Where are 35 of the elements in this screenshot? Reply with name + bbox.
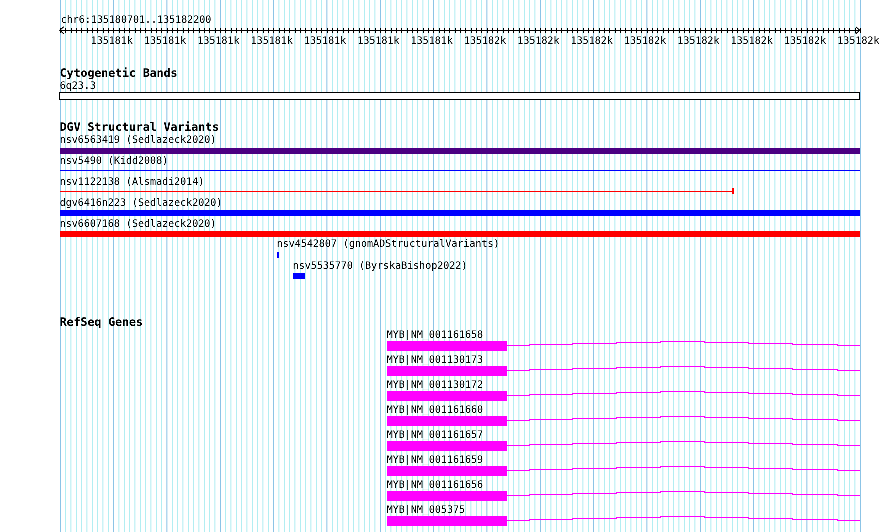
tick-label: 135182k bbox=[570, 36, 614, 47]
variant-label: nsv5490 (Kidd2008) bbox=[60, 156, 168, 167]
transcript-label: MYB|NM_001161656 bbox=[387, 480, 484, 491]
variant-label: dgv6416n223 (Sedlazeck2020) bbox=[60, 198, 223, 209]
transcript-label: MYB|NM_001161657 bbox=[387, 430, 484, 441]
tick-label: 135182k bbox=[624, 36, 666, 47]
variant-label: nsv6607168 (Sedlazeck2020) bbox=[60, 219, 217, 230]
transcript-label: MYB|NM_001130173 bbox=[387, 355, 484, 366]
tick-label: 135182k bbox=[838, 36, 880, 47]
tick-label: 135181k bbox=[90, 36, 134, 47]
tick-label: 135181k bbox=[198, 36, 240, 47]
tick-label: 135182k bbox=[464, 36, 506, 47]
tick-label: 135181k bbox=[144, 36, 186, 47]
transcript-label: MYB|NM_005375 bbox=[387, 505, 466, 516]
transcript-label: MYB|NM_001161659 bbox=[387, 455, 484, 466]
tick-label: 135181k bbox=[250, 36, 294, 47]
track-title: RefSeq Genes bbox=[60, 315, 144, 329]
tick-label: 135182k bbox=[784, 36, 826, 47]
tick-label: 135182k bbox=[730, 36, 774, 47]
track-title: Cytogenetic Bands bbox=[60, 66, 178, 80]
variant-label: nsv4542807 (gnomADStructuralVariants) bbox=[277, 239, 500, 250]
tick-label: 135182k bbox=[678, 36, 720, 47]
variant-label: nsv6563419 (Sedlazeck2020) bbox=[60, 135, 217, 146]
location-label: chr6:135180701..135182200 bbox=[61, 15, 212, 26]
track-title: DGV Structural Variants bbox=[60, 120, 220, 134]
transcript-label: MYB|NM_001161658 bbox=[387, 330, 484, 341]
variant-label: nsv1122138 (Alsmadi2014) bbox=[60, 177, 204, 188]
tick-label: 135181k bbox=[410, 36, 454, 47]
transcript-label: MYB|NM_001130172 bbox=[387, 380, 484, 391]
tick-label: 135181k bbox=[304, 36, 346, 47]
transcript-label: MYB|NM_001161660 bbox=[387, 405, 484, 416]
tick-label: 135181k bbox=[358, 36, 400, 47]
tick-label: 135182k bbox=[518, 36, 560, 47]
band-label: 6q23.3 bbox=[60, 81, 96, 92]
variant-label: nsv5535770 (ByrskaBishop2022) bbox=[293, 261, 468, 272]
